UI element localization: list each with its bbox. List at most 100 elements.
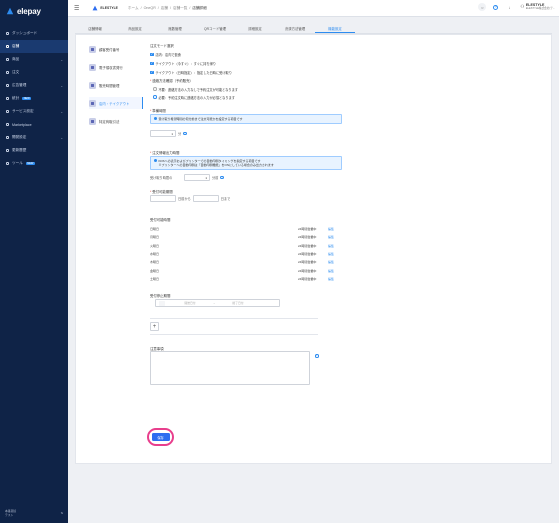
sidebar-item[interactable]: 店舗 [0, 40, 68, 53]
download-icon[interactable]: ↓ [505, 3, 513, 11]
nav-item-icon [6, 149, 9, 152]
edit-hours-link[interactable]: 編集 [328, 277, 334, 281]
sidebar-item[interactable]: Marketplace [0, 118, 68, 131]
hours-day: 土曜日 [150, 276, 160, 281]
search-icon[interactable]: ○ [478, 3, 487, 11]
nav-item-icon [6, 162, 9, 165]
edit-hours-link[interactable]: 編集 [328, 269, 334, 273]
period-start-input[interactable] [150, 195, 176, 202]
chevron-down-icon[interactable]: ⌄ [60, 84, 63, 88]
edit-hours-link[interactable]: 編集 [328, 244, 334, 248]
feature-icon [89, 117, 96, 125]
environment-switch[interactable]: 本番環境 テスト ⇅ [5, 509, 63, 517]
contact-option-text: 必要：予約注文時に連絡方法の入力が必須となります [158, 95, 235, 100]
sidebar-item[interactable]: 統計 NEW [0, 92, 68, 105]
notes-textarea[interactable] [150, 351, 310, 386]
edit-hours-link[interactable]: 編集 [328, 260, 334, 264]
order-mode-option[interactable]: ✓ テイクアウト（今すぐ）：すぐに持ち帰り [150, 59, 350, 68]
tab-item[interactable]: 商品設定 [115, 22, 155, 33]
sidebar-item-label: 開発設定 [12, 135, 27, 139]
checkbox-checked-icon[interactable]: ✓ [150, 52, 154, 57]
nav-item-icon [6, 110, 9, 113]
tab-item[interactable]: 店舗情報 [75, 22, 115, 33]
user-menu[interactable]: ⚇ ELESTYLE ELESTYLE株式会社(テ... [520, 3, 555, 10]
stop-end-date[interactable]: 終了日付 [217, 301, 259, 305]
sidebar-item[interactable]: 広告管理 ⌄ [0, 79, 68, 92]
sidebar-item[interactable]: 開発設定 ⌄ [0, 131, 68, 144]
contact-option-text: 不要：連絡方法の入力なしで予約注文が可能となります [158, 87, 239, 92]
order-mode-text: テイクアウト（今すぐ）：すぐに持ち帰り [155, 62, 217, 66]
stop-start-date[interactable]: 開始日付 [169, 301, 211, 305]
elepay-logo-icon [6, 7, 14, 15]
sidebar-item[interactable]: 更新履歴 [0, 144, 68, 157]
tab-item[interactable]: 席数管理 [155, 22, 195, 33]
print-time-help-icon[interactable]: ? [220, 175, 224, 180]
tab-item[interactable]: 決済方法管理 [275, 22, 315, 33]
checkbox-checked-icon[interactable]: ✓ [150, 61, 154, 66]
chevron-down-icon[interactable]: ⌄ [60, 136, 63, 140]
edit-hours-link[interactable]: 編集 [328, 235, 334, 239]
env-toggle-icon[interactable]: ⇅ [61, 511, 63, 515]
contact-option[interactable]: 必要：予約注文時に連絡方法の入力が必須となります [150, 93, 350, 101]
feature-menu-item[interactable]: 顧客受付番号 [89, 43, 143, 55]
sidebar-item[interactable]: サービス設定 ⌄ [0, 105, 68, 118]
feature-menu-item[interactable]: 販売時間管理 [89, 79, 143, 91]
save-button-highlight: 保存 [147, 428, 174, 446]
feature-menu-item[interactable]: 電子領収書発行 [89, 61, 143, 73]
add-stop-period-button[interactable]: + [150, 322, 159, 332]
sidebar-item-label: Marketplace [12, 122, 32, 127]
info-icon [154, 159, 157, 163]
breadcrumb-item[interactable]: ホーム [128, 6, 139, 11]
nav-item-icon [6, 97, 9, 100]
tab-item[interactable]: QRコード管理 [195, 22, 235, 33]
hours-day: 月曜日 [150, 235, 160, 240]
breadcrumb-item[interactable]: OneQR [144, 6, 156, 11]
save-button[interactable]: 保存 [151, 433, 170, 441]
order-mode-option[interactable]: ✓ 店内：店内で飲食 [150, 50, 350, 59]
help-icon[interactable]: ? [493, 4, 499, 10]
menu-toggle-icon[interactable]: ☰ [74, 5, 79, 12]
period-end-input[interactable] [192, 195, 219, 202]
chevron-down-icon[interactable]: ⌄ [60, 110, 63, 114]
feature-icon [89, 81, 96, 89]
chevron-down-icon[interactable]: ⌄ [60, 58, 63, 62]
topbar: ☰ ELESTYLE ホーム / OneQR / 店舗 / 店舗一覧 / 店舗詳細 ○ ? ↓ … [68, 0, 559, 17]
sidebar-item[interactable]: 商品 ⌄ [0, 53, 68, 66]
feature-menu-item[interactable]: 特定商取引法 [89, 115, 143, 127]
divider [150, 318, 318, 320]
contact-option[interactable]: 不要：連絡方法の入力なしで予約注文が可能となります [150, 85, 350, 93]
nav-item-icon [6, 84, 9, 87]
notes-help-icon[interactable]: ? [315, 354, 319, 358]
tab-item[interactable]: 機能設定 [315, 22, 355, 33]
radio-button[interactable] [153, 95, 157, 99]
order-mode-option[interactable]: ✓ テイクアウト（日時指定）：指定した日時に受け取り [150, 68, 350, 77]
sidebar-item[interactable]: ツール NEW [0, 157, 68, 170]
breadcrumb-item[interactable]: 店舗 [161, 6, 168, 11]
prep-time-input[interactable]: 1 [150, 130, 176, 137]
stop-period-range[interactable]: 開始日付 → 終了日付 [155, 299, 280, 308]
checkbox-checked-icon[interactable]: ✓ [150, 70, 154, 75]
print-time-input[interactable]: 1 [184, 174, 210, 181]
nav-item-icon [6, 136, 9, 139]
brand-logo[interactable]: elepay [0, 0, 68, 22]
radio-button[interactable] [153, 87, 157, 91]
edit-hours-link[interactable]: 編集 [328, 227, 334, 231]
breadcrumb-separator: / [157, 5, 159, 10]
edit-hours-link[interactable]: 編集 [328, 252, 334, 256]
feature-menu-item[interactable]: 店内・テイクアウト [89, 97, 143, 109]
hours-label: 受付可能時間 [150, 218, 171, 222]
feature-menu-label: 販売時間管理 [99, 83, 120, 88]
sidebar-item[interactable]: ダッシュボード [0, 27, 68, 40]
hours-row: 火曜日 24時間営業中 編集 [150, 242, 342, 250]
prep-time-help-icon[interactable]: ? [183, 131, 187, 136]
hours-value: 24時間営業中 [298, 276, 317, 281]
hours-row: 日曜日 24時間営業中 編集 [150, 225, 342, 233]
feature-icon [89, 63, 96, 71]
prep-time-unit: 分 [178, 132, 182, 136]
hours-day: 水曜日 [150, 252, 160, 257]
tab-item[interactable]: 詳細設定 [235, 22, 275, 33]
sidebar-item[interactable]: 注文 [0, 66, 68, 79]
breadcrumb-item[interactable]: 店舗一覧 [173, 6, 187, 11]
hours-row: 土曜日 24時間営業中 編集 [150, 275, 342, 283]
new-badge: NEW [22, 97, 32, 100]
